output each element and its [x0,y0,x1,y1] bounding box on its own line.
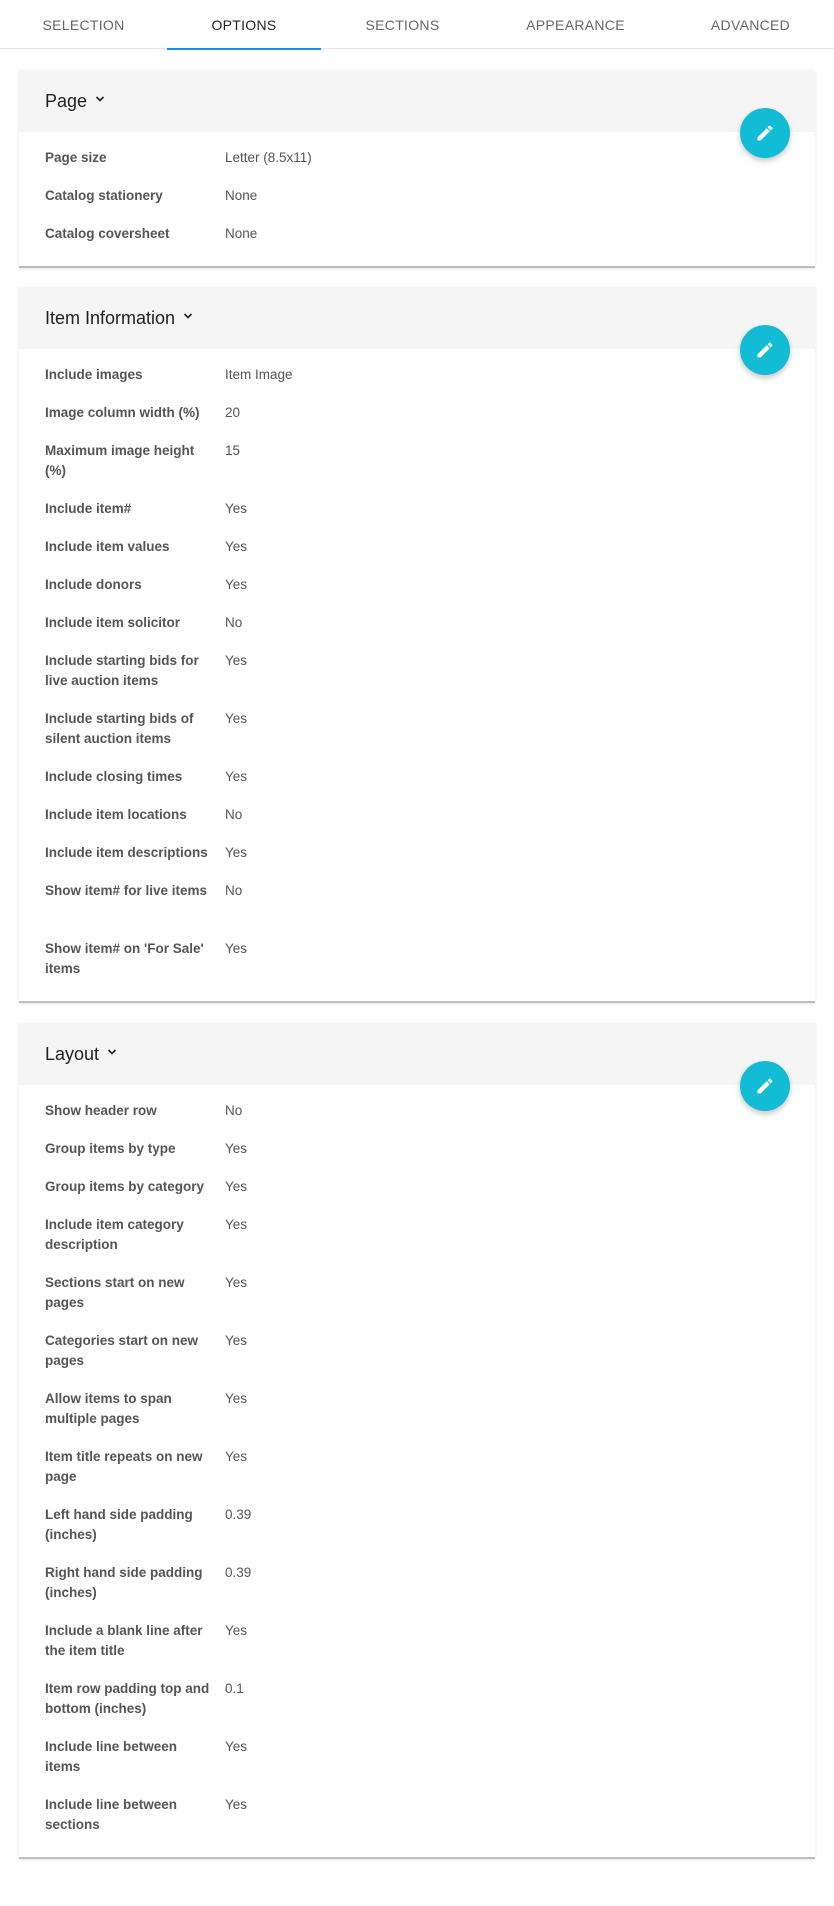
tab-selection[interactable]: SELECTION [0,0,167,49]
setting-label: Include a blank line after the item titl… [45,1623,203,1658]
tab-options[interactable]: OPTIONS [167,0,321,50]
edit-layout-button[interactable] [740,1061,790,1111]
setting-label: Show header row [45,1103,157,1118]
setting-label: Sections start on new pages [45,1275,185,1310]
setting-value: Yes [225,653,248,668]
setting-value: Yes [225,501,248,516]
setting-label: Include donors [45,577,142,592]
setting-value: 0.39 [225,1507,252,1522]
setting-value: Yes [225,1739,248,1754]
chevron-down-icon [183,311,193,321]
setting-value: No [225,615,243,630]
setting-label: Include item# [45,501,132,516]
tab-advanced[interactable]: ADVANCED [667,0,834,49]
setting-value: Yes [225,1179,248,1194]
setting-value: Yes [225,1275,248,1290]
setting-value: 0.1 [225,1681,244,1696]
setting-value: 15 [225,443,241,458]
setting-value: 20 [225,405,241,420]
item-information-card-header: Item Information [19,287,815,349]
setting-label: Include item values [45,539,170,554]
setting-label: Page size [45,150,107,165]
setting-value: Yes [225,539,248,554]
page-card: Page Page size Letter (8.5x11) Catalog st… [19,70,815,268]
setting-label: Include images [45,367,143,382]
setting-label: Allow items to span multiple pages [45,1391,172,1426]
page-card-header: Page [19,70,815,132]
tab-sections[interactable]: SECTIONS [321,0,484,49]
setting-label: Item title repeats on new page [45,1449,203,1484]
setting-value: Yes [225,769,248,784]
setting-value: Yes [225,845,248,860]
setting-label: Include item locations [45,807,187,822]
setting-label: Include starting bids of silent auction … [45,711,194,746]
pencil-icon [757,125,773,141]
edit-item-information-button[interactable] [740,325,790,375]
setting-label: Categories start on new pages [45,1333,199,1368]
setting-label: Item row padding top and bottom (inches) [45,1681,210,1716]
setting-value: No [225,883,243,898]
item-information-section-toggle[interactable]: Item Information [45,287,193,349]
setting-value: Item Image [225,367,293,382]
layout-section-toggle[interactable]: Layout [45,1023,117,1085]
tab-bar: SELECTION OPTIONS SECTIONS APPEARANCE AD… [0,0,834,50]
item-information-section-title: Item Information [45,308,176,328]
chevron-down-icon [95,94,105,104]
item-information-card: Item Information Include images Item Imag… [19,287,815,1003]
setting-label: Catalog coversheet [45,226,170,241]
setting-label: Image column width (%) [45,405,200,420]
setting-label: Maximum image height (%) [45,443,195,478]
chevron-down-icon [107,1047,117,1057]
pencil-icon [757,1078,773,1094]
setting-value: Yes [225,1797,248,1812]
setting-label: Group items by category [45,1179,205,1194]
page-section-title: Page [45,91,88,111]
setting-value: No [225,1103,243,1118]
tab-appearance[interactable]: APPEARANCE [484,0,667,49]
layout-card: Layout Show header row No Group items by … [19,1023,815,1859]
setting-value: None [225,188,258,203]
setting-value: Yes [225,711,248,726]
setting-label: Show item# for live items [45,883,208,898]
edit-page-button[interactable] [740,108,790,158]
setting-label: Include item category description [45,1217,184,1252]
setting-value: Yes [225,1217,248,1232]
setting-label: Right hand side padding (inches) [45,1565,203,1600]
setting-value: Yes [225,577,248,592]
setting-value: Yes [225,941,248,956]
setting-value: Yes [225,1623,248,1638]
setting-value: 0.39 [225,1565,252,1580]
setting-label: Include line between items [45,1739,178,1774]
setting-value: No [225,807,243,822]
setting-label: Left hand side padding (inches) [45,1507,193,1542]
setting-label: Group items by type [45,1141,176,1156]
layout-card-header: Layout [19,1023,815,1085]
setting-value: Letter (8.5x11) [225,150,312,165]
setting-value: Yes [225,1391,248,1406]
setting-label: Include closing times [45,769,183,784]
setting-label: Catalog stationery [45,188,163,203]
setting-value: Yes [225,1449,248,1464]
setting-value: Yes [225,1333,248,1348]
setting-label: Include item solicitor [45,615,181,630]
setting-label: Include starting bids for live auction i… [45,653,199,688]
page-section-toggle[interactable]: Page [45,70,105,132]
setting-label: Include line between sections [45,1797,178,1832]
setting-value: None [225,226,258,241]
setting-value: Yes [225,1141,248,1156]
layout-section-title: Layout [45,1044,100,1064]
setting-label: Include item descriptions [45,845,208,860]
setting-label: Show item# on 'For Sale' items [45,941,204,976]
pencil-icon [757,342,773,358]
